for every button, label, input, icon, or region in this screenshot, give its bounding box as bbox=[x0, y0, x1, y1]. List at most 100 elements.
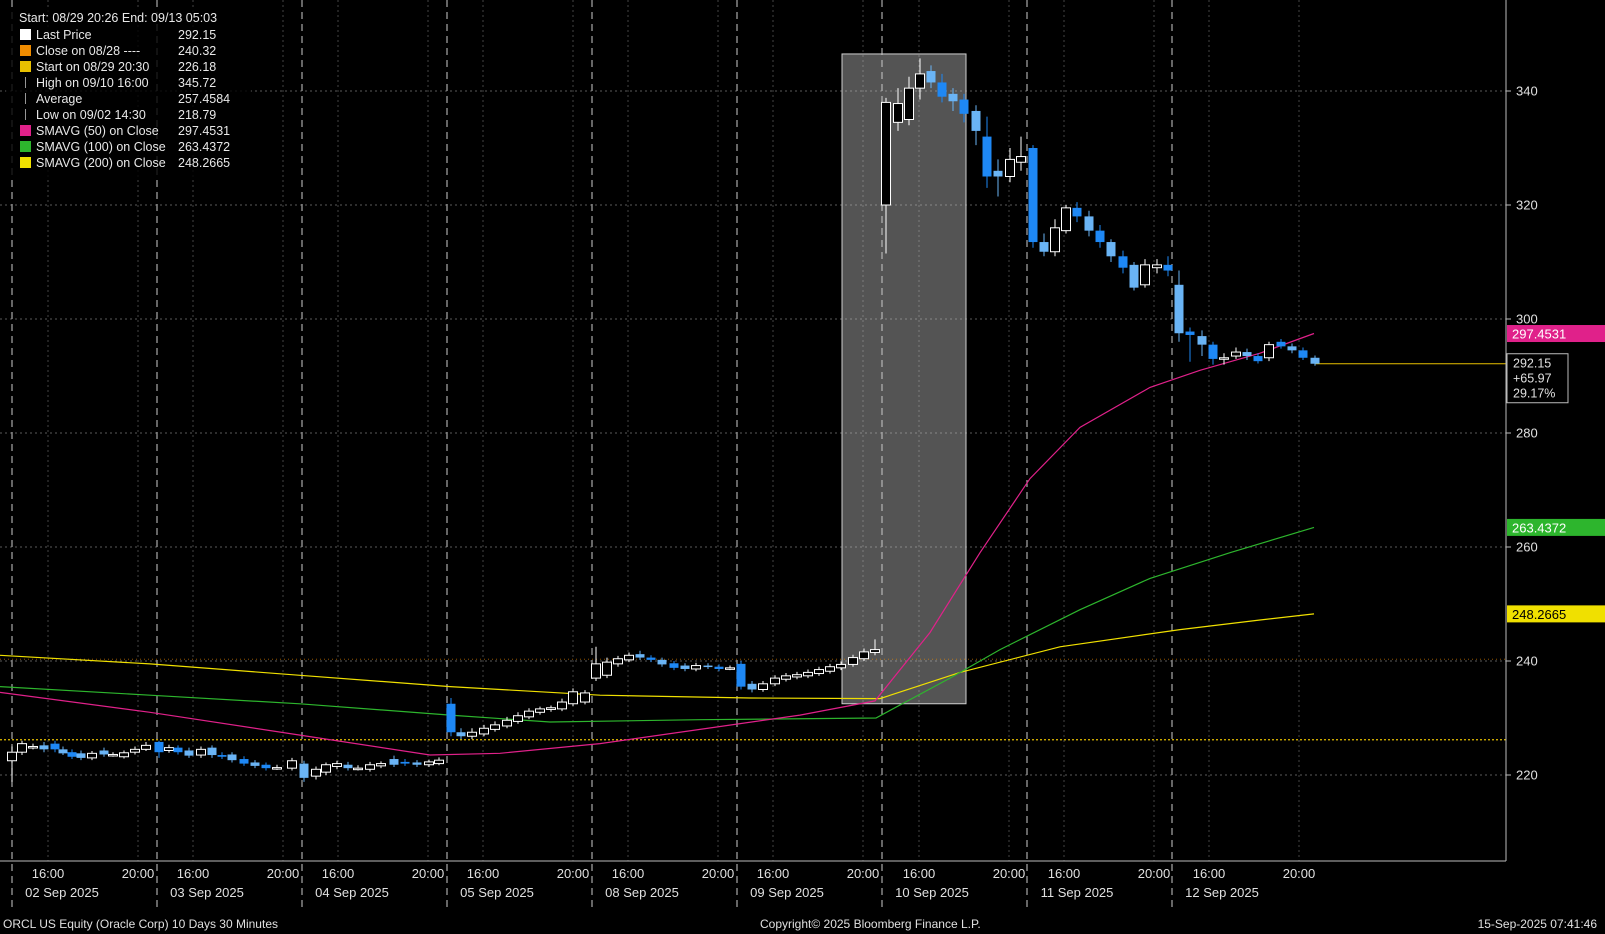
candle-body-down bbox=[1106, 242, 1116, 257]
candle-body-down bbox=[959, 99, 969, 114]
candle-body-up bbox=[1152, 264, 1162, 269]
legend-swatch bbox=[20, 157, 31, 168]
legend-header: Start: 08/29 20:26 End: 09/13 05:03 bbox=[19, 11, 218, 25]
x-day-label: 11 Sep 2025 bbox=[1041, 885, 1114, 900]
candle-body-up bbox=[353, 767, 363, 771]
candle bbox=[1028, 145, 1038, 248]
candle-body-down bbox=[389, 759, 399, 765]
candle-body-up bbox=[365, 764, 375, 770]
legend-item: Low on 09/02 14:30 218.79 bbox=[6, 107, 251, 123]
x-day-label: 02 Sep 2025 bbox=[25, 885, 99, 900]
candle bbox=[736, 661, 746, 690]
candle-body-down bbox=[1197, 336, 1207, 345]
legend-item: SMAVG (100) on Close 263.4372 bbox=[6, 139, 251, 155]
candle-body-down bbox=[747, 683, 757, 690]
legend-item: SMAVG (50) on Close 297.4531 bbox=[6, 123, 251, 139]
candle-body-up bbox=[725, 667, 735, 670]
candle-body-up bbox=[568, 691, 578, 705]
legend-label: High on 09/10 16:00 bbox=[36, 76, 149, 90]
candle-body-down bbox=[1253, 356, 1263, 362]
legend-swatch bbox=[20, 61, 31, 72]
candle-body-up bbox=[915, 73, 925, 89]
candle-body-down bbox=[67, 752, 77, 757]
x-time-label: 16:00 bbox=[903, 866, 936, 881]
highlight-box bbox=[841, 53, 967, 705]
candle bbox=[1129, 262, 1139, 291]
legend-value: 263.4372 bbox=[178, 140, 231, 154]
candle-body-down bbox=[99, 750, 109, 755]
x-time-label: 16:00 bbox=[1193, 866, 1226, 881]
x-time-label: 20:00 bbox=[993, 866, 1026, 881]
legend-swatch bbox=[20, 125, 31, 136]
candle-body-up bbox=[376, 763, 386, 767]
candle-body-up bbox=[848, 657, 858, 665]
legend-label: Low on 09/02 14:30 bbox=[36, 108, 146, 122]
x-time-label: 16:00 bbox=[322, 866, 355, 881]
y-tick-label: 320 bbox=[1516, 198, 1538, 213]
candle-body-up bbox=[580, 692, 590, 703]
candle-body-down bbox=[646, 657, 656, 660]
x-time-label: 20:00 bbox=[1138, 866, 1171, 881]
candle-body-down bbox=[154, 741, 164, 753]
x-day-label: 05 Sep 2025 bbox=[460, 885, 534, 900]
candle-body-down bbox=[456, 732, 466, 737]
candle-body-up bbox=[119, 752, 129, 758]
candle-body-down bbox=[680, 665, 690, 669]
candle-body-up bbox=[87, 752, 97, 759]
candle bbox=[1061, 205, 1071, 234]
legend-value: 345.72 bbox=[178, 76, 217, 90]
candle-body-up bbox=[311, 768, 321, 777]
candle-body-up bbox=[1231, 351, 1241, 357]
candle-body-down bbox=[1118, 256, 1128, 268]
x-time-label: 20:00 bbox=[267, 866, 300, 881]
candle-body-up bbox=[758, 683, 768, 690]
candle-body-up bbox=[332, 763, 342, 767]
candle-body-down bbox=[657, 659, 667, 665]
candle-body-up bbox=[1140, 264, 1150, 286]
legend-value: 240.32 bbox=[178, 44, 217, 58]
y-tick-label: 240 bbox=[1516, 654, 1538, 669]
last-price-line-1: +65.97 bbox=[1513, 372, 1552, 386]
x-day-label: 12 Sep 2025 bbox=[1185, 885, 1259, 900]
candle-body-down bbox=[948, 93, 958, 102]
candle-body-up bbox=[1061, 207, 1071, 232]
legend-item: SMAVG (200) on Close 248.2665 bbox=[6, 155, 251, 171]
candle-body-up bbox=[28, 746, 38, 749]
candle-body-down bbox=[184, 750, 194, 756]
candle-body-up bbox=[321, 764, 331, 773]
candle-body-down bbox=[250, 762, 260, 766]
candle-body-up bbox=[1219, 357, 1229, 360]
last-price-line-0: 292.15 bbox=[1513, 357, 1551, 371]
x-time-label: 16:00 bbox=[1048, 866, 1081, 881]
value-tag-label: 263.4372 bbox=[1512, 520, 1566, 535]
candle-body-down bbox=[39, 745, 49, 750]
x-day-label: 03 Sep 2025 bbox=[170, 885, 244, 900]
legend-label: Average bbox=[36, 92, 83, 106]
candle-body-up bbox=[870, 649, 880, 653]
x-time-label: 20:00 bbox=[702, 866, 735, 881]
candle-body-up bbox=[1050, 227, 1060, 253]
candle-body-down bbox=[217, 755, 227, 757]
candle-body-down bbox=[1185, 331, 1195, 335]
candle-body-up bbox=[130, 748, 140, 753]
x-day-label: 10 Sep 2025 bbox=[895, 885, 969, 900]
candle-body-down bbox=[1242, 352, 1252, 357]
x-time-label: 20:00 bbox=[557, 866, 590, 881]
candle-body-down bbox=[1163, 264, 1173, 271]
x-time-label: 20:00 bbox=[1283, 866, 1316, 881]
candle-body-up bbox=[196, 748, 206, 756]
candle-body-down bbox=[400, 761, 410, 764]
candle-body-down bbox=[50, 743, 60, 750]
legend-label: SMAVG (200) on Close bbox=[36, 156, 166, 170]
candle-body-up bbox=[781, 675, 791, 680]
candle-body-down bbox=[1310, 357, 1320, 364]
candle-body-down bbox=[58, 749, 68, 754]
candle-body-up bbox=[814, 669, 824, 675]
candle-body-down bbox=[1095, 230, 1105, 243]
legend-swatch bbox=[25, 93, 26, 104]
legend-label: Last Price bbox=[36, 28, 92, 42]
candle-body-down bbox=[412, 762, 422, 765]
candle-body-down bbox=[446, 703, 456, 733]
legend-value: 292.15 bbox=[178, 28, 217, 42]
candle-body-up bbox=[613, 658, 623, 665]
